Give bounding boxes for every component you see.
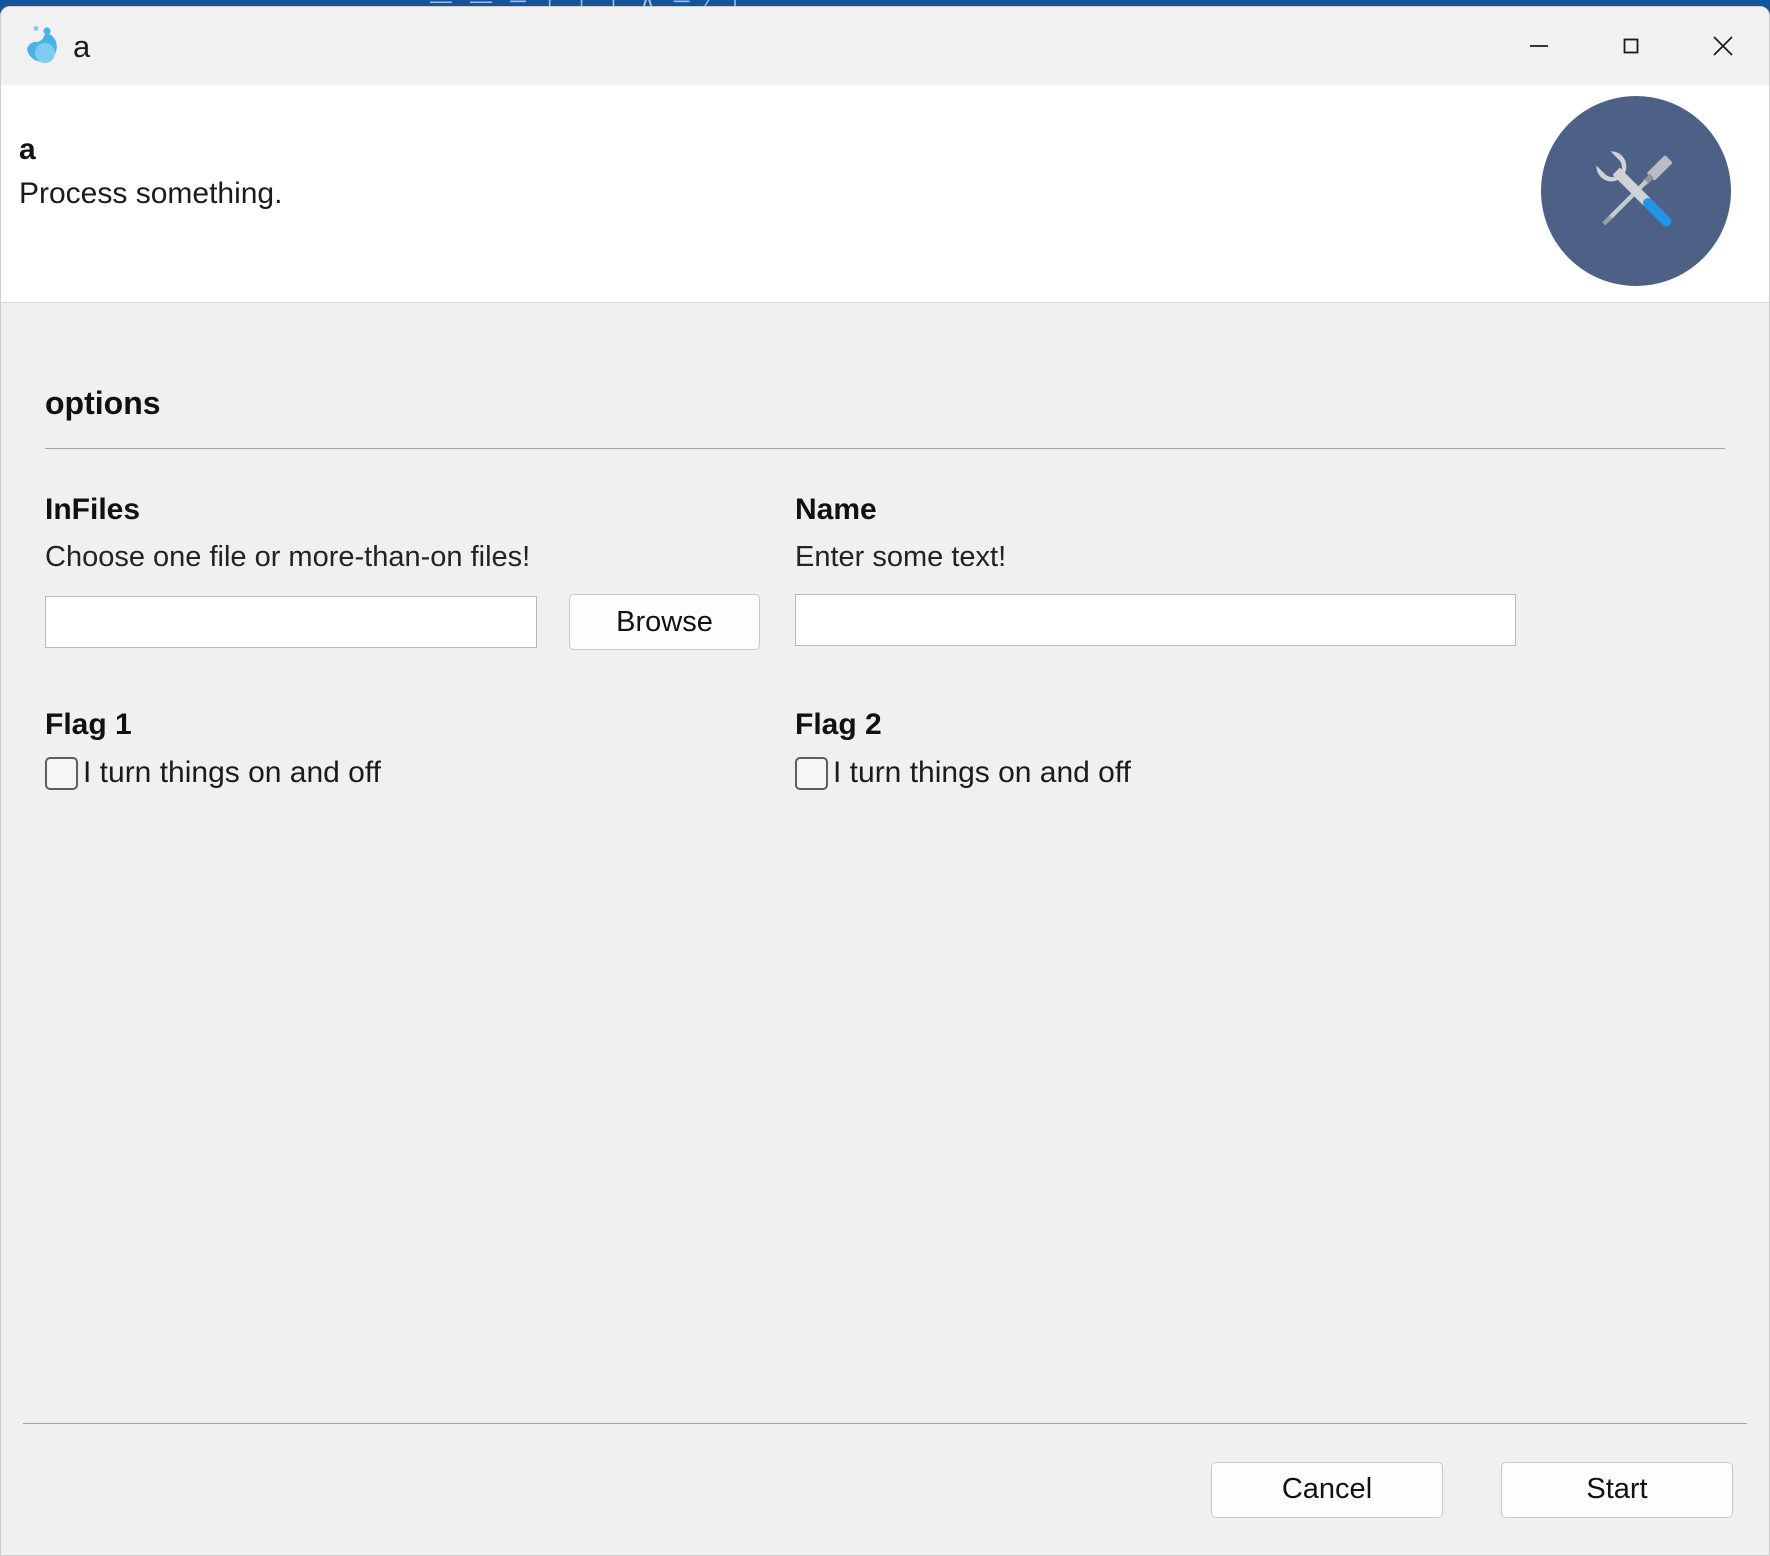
flag2-checkbox[interactable] — [795, 756, 828, 790]
minimize-button[interactable] — [1493, 7, 1585, 85]
name-help: Enter some text! — [795, 541, 1007, 573]
name-input-row — [795, 594, 1725, 646]
window-controls — [1493, 7, 1769, 85]
water-drop-icon — [19, 23, 65, 69]
infiles-label: InFiles — [45, 493, 141, 526]
infiles-input[interactable] — [45, 596, 537, 648]
titlebar: a — [1, 7, 1769, 85]
flag1-checkbox-row[interactable]: I turn things on and off — [45, 756, 795, 790]
infiles-help: Choose one file or more-than-on files! — [45, 541, 531, 573]
flag1-checkbox[interactable] — [45, 756, 78, 790]
dialog-window: a a Process something. options InFiles C… — [0, 6, 1770, 1556]
tools-icon — [1541, 96, 1731, 286]
flag2-checkbox-row[interactable]: I turn things on and off — [795, 756, 1725, 790]
field-infiles: InFiles Choose one file or more-than-on … — [45, 493, 795, 650]
header-banner: a Process something. — [1, 85, 1769, 303]
name-label: Name — [795, 493, 877, 526]
field-flag2: Flag 2 I turn things on and off — [795, 708, 1725, 790]
flag2-label: Flag 2 — [795, 708, 882, 741]
options-panel: options InFiles Choose one file or more-… — [1, 303, 1769, 1423]
footer-buttons: Cancel Start — [1, 1424, 1769, 1555]
cancel-button[interactable]: Cancel — [1211, 1461, 1443, 1518]
page-title: a — [19, 133, 36, 166]
flag1-label: Flag 1 — [45, 708, 132, 741]
flag1-checkbox-label: I turn things on and off — [83, 756, 381, 789]
window-title: a — [73, 28, 91, 64]
field-name: Name Enter some text! — [795, 493, 1725, 650]
browse-button[interactable]: Browse — [569, 594, 760, 650]
infiles-input-row: Browse — [45, 594, 795, 650]
section-title: options — [45, 385, 161, 421]
fields-grid: InFiles Choose one file or more-than-on … — [45, 493, 1725, 790]
field-flag1: Flag 1 I turn things on and off — [45, 708, 795, 790]
maximize-button[interactable] — [1585, 7, 1677, 85]
name-input[interactable] — [795, 594, 1516, 646]
section-divider — [45, 448, 1725, 449]
start-button[interactable]: Start — [1501, 1461, 1733, 1518]
page-subtitle: Process something. — [19, 177, 283, 210]
close-button[interactable] — [1677, 7, 1769, 85]
flag2-checkbox-label: I turn things on and off — [833, 756, 1131, 789]
